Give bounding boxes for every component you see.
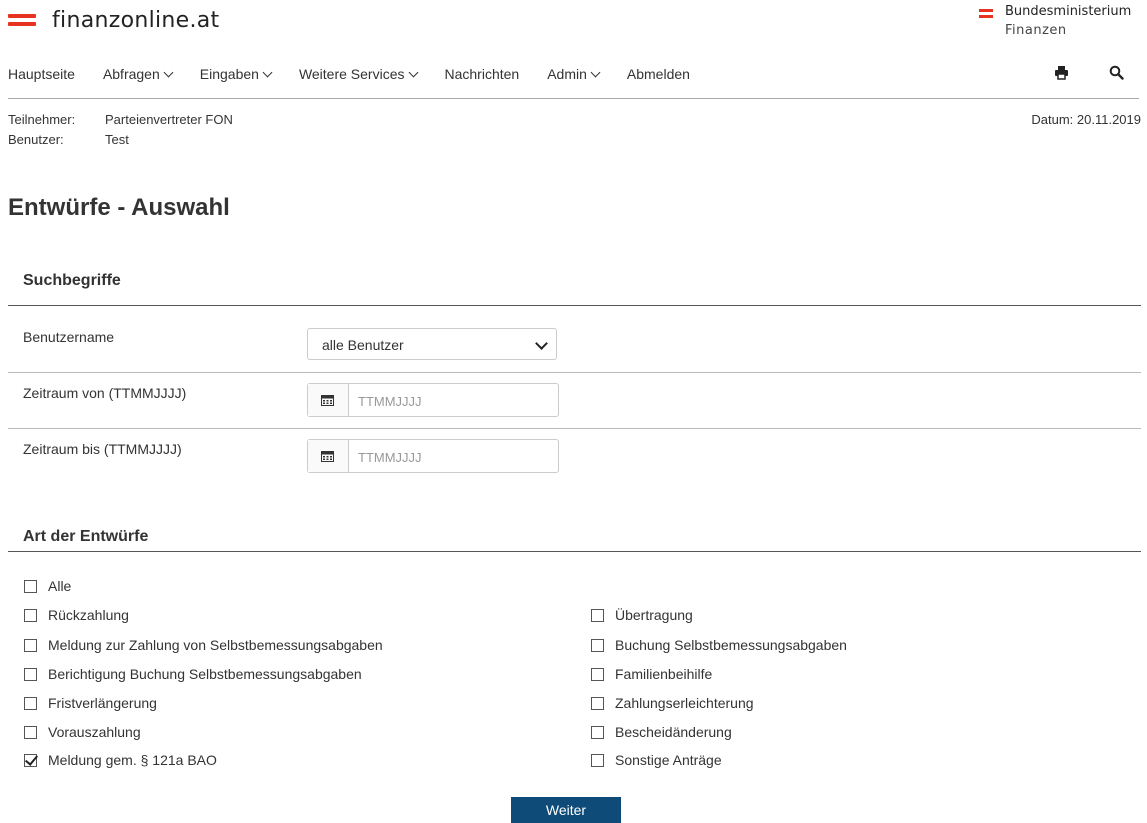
ministry-name-line2: Finanzen [1005, 23, 1067, 38]
checkbox-sonstige-antraege[interactable]: Sonstige Anträge [591, 752, 722, 768]
benutzer-value: Test [105, 132, 129, 147]
checkbox-meldung-121a[interactable]: Meldung gem. § 121a BAO [24, 752, 217, 768]
nav-item-abfragen[interactable]: Abfragen [102, 65, 174, 83]
section-divider [8, 305, 1141, 306]
ministry-name-line1: Bundesministerium [1005, 4, 1132, 19]
nav-item-admin[interactable]: Admin [547, 65, 601, 83]
nav-item-hauptseite[interactable]: Hauptseite [8, 65, 75, 83]
checkbox-label: Buchung Selbstbemessungsabgaben [615, 637, 847, 653]
calendar-button[interactable] [308, 440, 349, 472]
checkbox-meldung-zahlung[interactable]: Meldung zur Zahlung von Selbstbemessungs… [24, 637, 383, 653]
zeitraum-von-label: Zeitraum von (TTMMJJJJ) [23, 385, 187, 401]
checkbox-fristverlaengerung[interactable]: Fristverlängerung [24, 695, 157, 711]
benutzername-label: Benutzername [23, 329, 115, 345]
nav-label: Nachrichten [444, 66, 520, 82]
chevron-down-icon [163, 67, 174, 77]
zeitraum-bis-label: Zeitraum bis (TTMMJJJJ) [23, 441, 182, 457]
checkbox-label: Fristverlängerung [48, 695, 157, 711]
nav-item-abmelden[interactable]: Abmelden [627, 65, 690, 83]
checkbox-label: Bescheidänderung [615, 724, 732, 740]
checkbox-bescheidaenderung[interactable]: Bescheidänderung [591, 724, 732, 740]
checkbox-label: Meldung gem. § 121a BAO [48, 752, 217, 768]
row-divider [8, 372, 1141, 373]
benutzername-select[interactable]: alle Benutzer [307, 328, 557, 360]
nav-label: Hauptseite [8, 66, 75, 82]
calendar-button[interactable] [308, 384, 349, 416]
finanzonline-logo-icon[interactable] [8, 14, 36, 30]
checkbox-label: Sonstige Anträge [615, 752, 722, 768]
zeitraum-bis-field [307, 439, 559, 474]
checkbox-label: Alle [48, 578, 72, 594]
checkbox-rueckzahlung[interactable]: Rückzahlung [24, 607, 129, 623]
checkbox-buchung-selbstbemessung[interactable]: Buchung Selbstbemessungsabgaben [591, 637, 847, 653]
nav-label: Abmelden [626, 66, 690, 82]
nav-label: Weitere Services [298, 66, 405, 82]
checkbox-label: Familienbeihilfe [615, 666, 713, 682]
teilnehmer-value: Parteienvertreter FON [105, 112, 233, 127]
calendar-icon [321, 395, 334, 406]
chevron-down-icon [590, 67, 601, 77]
checkbox-box[interactable] [24, 725, 37, 739]
benutzername-selected-value: alle Benutzer [322, 337, 404, 353]
checkbox-box[interactable] [591, 696, 604, 710]
calendar-icon [321, 451, 334, 462]
teilnehmer-label: Teilnehmer: [8, 112, 76, 127]
checkbox-box[interactable] [24, 667, 37, 681]
section-divider [8, 551, 1141, 552]
zeitraum-von-field [307, 383, 559, 418]
print-icon[interactable] [1054, 65, 1069, 83]
checkbox-box[interactable] [591, 753, 604, 767]
checkbox-familienbeihilfe[interactable]: Familienbeihilfe [591, 666, 712, 682]
date-display: Datum: 20.11.2019 [1031, 112, 1141, 127]
checkbox-box[interactable] [591, 725, 604, 739]
logo-text[interactable]: finanzonline.at [52, 8, 219, 33]
checkbox-box-checked[interactable] [24, 753, 37, 767]
benutzer-label: Benutzer: [8, 132, 64, 147]
checkbox-box[interactable] [591, 608, 604, 622]
checkbox-box[interactable] [24, 579, 37, 593]
nav-item-eingaben[interactable]: Eingaben [199, 65, 273, 83]
ministry-flag-icon [979, 9, 993, 21]
checkbox-zahlungserleichterung[interactable]: Zahlungserleichterung [591, 695, 754, 711]
checkbox-label: Rückzahlung [48, 607, 129, 623]
search-icon[interactable] [1109, 65, 1124, 83]
nav-divider [8, 98, 1139, 99]
checkbox-label: Berichtigung Buchung Selbstbemessungsabg… [48, 666, 362, 682]
row-divider [8, 428, 1141, 429]
checkbox-label: Vorauszahlung [48, 724, 141, 740]
checkbox-label: Zahlungserleichterung [615, 695, 754, 711]
checkbox-box[interactable] [24, 638, 37, 652]
checkbox-uebertragung[interactable]: Übertragung [591, 607, 693, 623]
checkbox-vorauszahlung[interactable]: Vorauszahlung [24, 724, 141, 740]
checkbox-alle[interactable]: Alle [24, 578, 71, 594]
zeitraum-bis-input[interactable] [356, 440, 555, 474]
section-title-types: Art der Entwürfe [23, 528, 149, 545]
checkbox-berichtigung-buchung[interactable]: Berichtigung Buchung Selbstbemessungsabg… [24, 666, 362, 682]
nav-label: Eingaben [199, 66, 259, 82]
checkbox-label: Meldung zur Zahlung von Selbstbemessungs… [48, 637, 383, 653]
checkbox-box[interactable] [591, 667, 604, 681]
chevron-down-icon [262, 67, 273, 77]
main-nav: Hauptseite Abfragen Eingaben Weitere Ser… [8, 65, 718, 83]
checkbox-box[interactable] [24, 608, 37, 622]
checkbox-label: Übertragung [615, 607, 693, 623]
nav-item-nachrichten[interactable]: Nachrichten [445, 65, 520, 83]
page-title: Entwürfe - Auswahl [8, 194, 230, 221]
nav-item-weitere-services[interactable]: Weitere Services [298, 65, 418, 83]
nav-label: Admin [547, 66, 587, 82]
chevron-down-icon [408, 67, 418, 77]
nav-label: Abfragen [102, 66, 160, 82]
weiter-button[interactable]: Weiter [511, 797, 621, 823]
chevron-down-icon [535, 337, 548, 350]
checkbox-box[interactable] [591, 638, 604, 652]
checkbox-box[interactable] [24, 696, 37, 710]
zeitraum-von-input[interactable] [356, 384, 555, 418]
section-title-search: Suchbegriffe [23, 272, 121, 289]
